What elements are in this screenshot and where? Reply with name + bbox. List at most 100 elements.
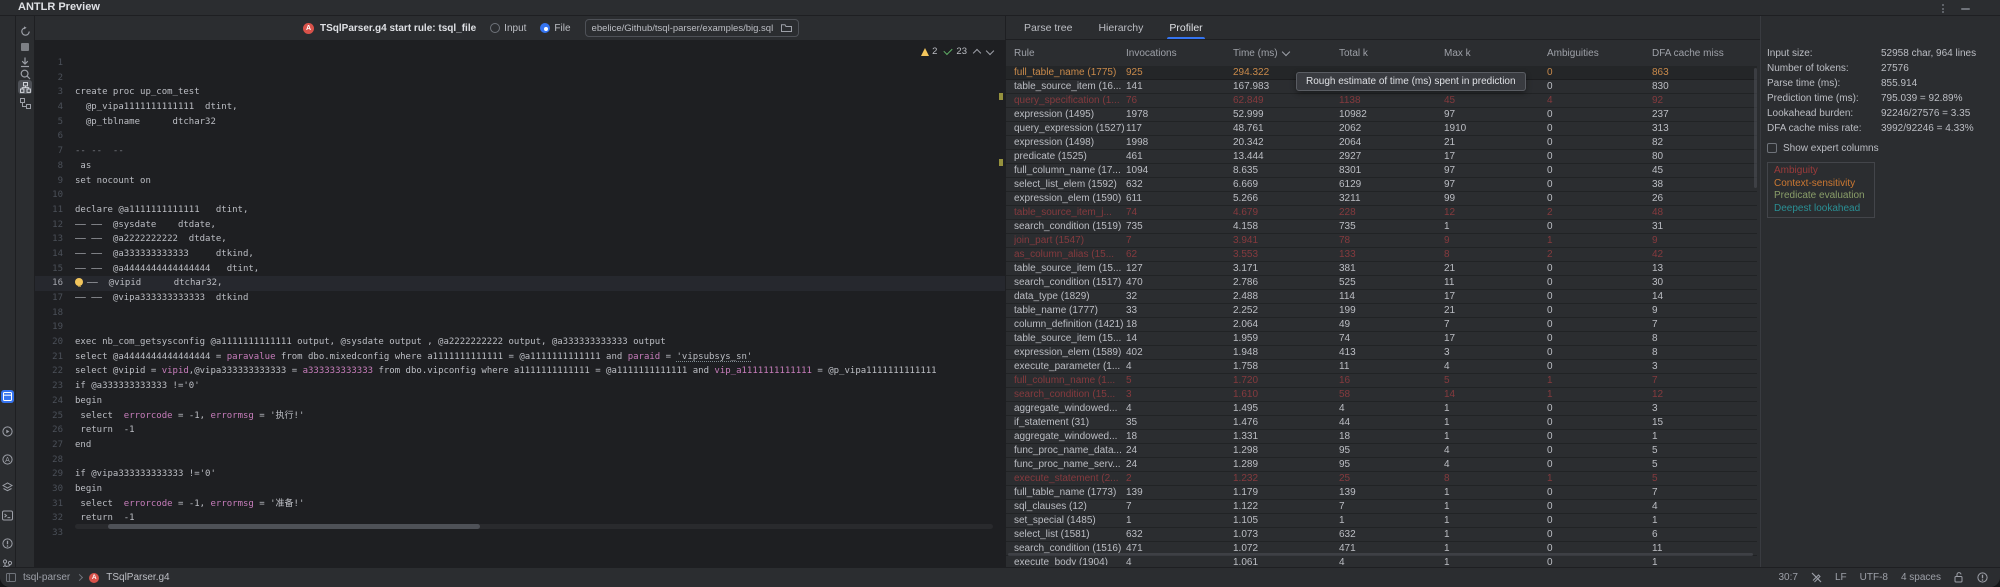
profiler-row[interactable]: column_definition (1421)182.06449707 — [1006, 318, 1757, 332]
folder-icon[interactable] — [781, 24, 792, 33]
profiler-row[interactable]: table_source_item_j...744.67922812248 — [1006, 206, 1757, 220]
show-expert-columns-row[interactable]: Show expert columns — [1767, 141, 2000, 155]
code-line[interactable]: 11declare @a1111111111111 dtint, — [35, 203, 1005, 218]
col-max-k[interactable]: Max k — [1444, 48, 1547, 59]
error-stripe-mark[interactable] — [999, 93, 1003, 100]
profiler-row[interactable]: execute_body (1904)41.0614101 — [1006, 556, 1757, 565]
code-line[interactable]: 25 select errorcode = -1, errormsg = '执行… — [35, 409, 1005, 424]
scroll-to-source-icon[interactable] — [19, 56, 31, 68]
code-line[interactable]: 16—— @vipid dtchar32, — [35, 276, 1005, 291]
profiler-row[interactable]: full_table_name (1773)1391.179139107 — [1006, 486, 1757, 500]
code-line[interactable]: 20exec nb_com_getsysconfig @a11111111111… — [35, 335, 1005, 350]
profiler-row[interactable]: expression (1498)199820.342206421082 — [1006, 136, 1757, 150]
tab-parse-tree[interactable]: Parse tree — [1024, 16, 1072, 39]
profiler-row[interactable]: predicate (1525)46113.444292717080 — [1006, 150, 1757, 164]
profiler-row[interactable]: table_source_item (15...141.959741708 — [1006, 332, 1757, 346]
code-line[interactable]: 13—— —— @a2222222222 dtdate, — [35, 232, 1005, 247]
code-line[interactable]: 14—— —— @a333333333333 dtkind, — [35, 247, 1005, 262]
code-line[interactable]: 6 — [35, 129, 1005, 144]
profiler-row[interactable]: func_proc_name_serv...241.28995405 — [1006, 458, 1757, 472]
search-icon[interactable] — [19, 68, 31, 80]
profiler-row[interactable]: as_column_alias (15...623.5531338242 — [1006, 248, 1757, 262]
problems-tool-icon[interactable] — [1, 537, 14, 550]
profiler-row[interactable]: full_column_name (1...51.72016517 — [1006, 374, 1757, 388]
profiler-row[interactable]: execute_statement (2...21.23225815 — [1006, 472, 1757, 486]
profiler-row[interactable]: full_column_name (17...10948.63583019704… — [1006, 164, 1757, 178]
col-dfa-cache-miss[interactable]: DFA cache miss — [1652, 48, 1757, 59]
code-line[interactable]: 24begin — [35, 394, 1005, 409]
col-total-k[interactable]: Total k — [1339, 48, 1444, 59]
expert-columns-label[interactable]: Show expert columns — [1783, 143, 1879, 154]
code-line[interactable]: 5 @p_tblname dtchar32 — [35, 115, 1005, 130]
next-problem-icon[interactable] — [986, 47, 994, 55]
stop-icon[interactable] — [19, 41, 31, 53]
checks-counter[interactable]: 23 — [944, 46, 967, 57]
indent-selector[interactable]: 4 spaces — [1901, 572, 1941, 583]
breadcrumb-file[interactable]: TSqlParser.g4 — [106, 572, 169, 583]
code-line[interactable]: 18 — [35, 306, 1005, 321]
code-line[interactable]: 22select @vipid = vipid,@vipa33333333333… — [35, 364, 1005, 379]
inspections-widget[interactable]: 2 23 — [921, 46, 993, 57]
profiler-mode-icon[interactable] — [18, 80, 32, 94]
input-radio-label[interactable]: Input — [504, 23, 526, 34]
antlr-tool-icon[interactable]: A — [1, 453, 14, 466]
profiler-row[interactable]: aggregate_windowed...181.33118101 — [1006, 430, 1757, 444]
code-line[interactable]: 10 — [35, 188, 1005, 203]
code-line[interactable]: 28 — [35, 453, 1005, 468]
code-line[interactable]: 9set nocount on — [35, 174, 1005, 189]
scrollbar-thumb[interactable] — [108, 524, 480, 529]
code-line[interactable]: 1 — [35, 56, 1005, 71]
table-horizontal-scrollbar[interactable] — [1008, 553, 1753, 556]
profiler-row[interactable]: search_condition (1517)4702.78652511030 — [1006, 276, 1757, 290]
breadcrumb-project[interactable]: tsql-parser — [23, 572, 70, 583]
profiler-row[interactable]: table_name (1777)332.2521992109 — [1006, 304, 1757, 318]
layers-tool-icon[interactable] — [1, 481, 14, 494]
profiler-row[interactable]: search_condition (1519)7354.1587351031 — [1006, 220, 1757, 234]
input-radio[interactable] — [490, 23, 500, 33]
code-line[interactable]: 17—— —— @vipa333333333333 dtkind — [35, 291, 1005, 306]
code-line[interactable]: 29if @vipa333333333333 !='0' — [35, 467, 1005, 482]
profiler-row[interactable]: expression_elem (1590)6115.266321199026 — [1006, 192, 1757, 206]
profiler-row[interactable]: table_source_item (15...1273.17138121013 — [1006, 262, 1757, 276]
code-line[interactable]: 2 — [35, 71, 1005, 86]
tab-hierarchy[interactable]: Hierarchy — [1098, 16, 1143, 39]
encoding-selector[interactable]: UTF-8 — [1860, 572, 1888, 583]
code-line[interactable]: 21select @a4444444444444444 = paravalue … — [35, 350, 1005, 365]
profiler-row[interactable]: expression (1495)197852.99910982970237 — [1006, 108, 1757, 122]
code-line[interactable]: 7-- -- -- — [35, 144, 1005, 159]
antlr-preview-tool-icon[interactable] — [1, 390, 14, 403]
profiler-row[interactable]: search_condition (15...31.6105814112 — [1006, 388, 1757, 402]
code-line[interactable]: 4 @p_vipa1111111111111 dtint, — [35, 100, 1005, 115]
profiler-row[interactable]: func_proc_name_data...241.29895405 — [1006, 444, 1757, 458]
profiler-row[interactable]: execute_parameter (1...41.75811403 — [1006, 360, 1757, 374]
profiler-row[interactable]: query_specification (1...7662.8491138454… — [1006, 94, 1757, 108]
profiler-row[interactable]: aggregate_windowed...41.4954103 — [1006, 402, 1757, 416]
intention-bulb-icon[interactable] — [75, 278, 83, 286]
highlighting-off-icon[interactable] — [1811, 572, 1822, 583]
profiler-row[interactable]: query_expression (1527)11748.76120621910… — [1006, 122, 1757, 136]
notifications-icon[interactable] — [1977, 572, 1988, 583]
file-path-input[interactable] — [592, 23, 776, 34]
file-path-field[interactable] — [585, 19, 799, 37]
tab-profiler[interactable]: Profiler — [1169, 16, 1202, 39]
code-line[interactable]: 8 as — [35, 159, 1005, 174]
unlocked-icon[interactable] — [1954, 572, 1964, 583]
more-options-icon[interactable] — [1942, 4, 1944, 13]
table-vertical-scrollbar[interactable] — [1754, 68, 1757, 188]
expert-columns-checkbox[interactable] — [1767, 143, 1777, 153]
profiler-row[interactable]: if_statement (31)351.476441015 — [1006, 416, 1757, 430]
profiler-row[interactable]: data_type (1829)322.48811417014 — [1006, 290, 1757, 304]
col-rule[interactable]: Rule — [1014, 48, 1126, 59]
profiler-row[interactable]: join_part (1547)73.94178919 — [1006, 234, 1757, 248]
profiler-row[interactable]: expression_elem (1589)4021.948413308 — [1006, 346, 1757, 360]
code-line[interactable]: 31 select errorcode = -1, errormsg = '准备… — [35, 497, 1005, 512]
col-ambiguities[interactable]: Ambiguities — [1547, 48, 1652, 59]
file-radio[interactable] — [540, 23, 550, 33]
code-line[interactable]: 15—— —— @a4444444444444444 dtint, — [35, 262, 1005, 277]
hide-panel-icon[interactable] — [1961, 8, 1970, 10]
col-time[interactable]: Time (ms) — [1233, 48, 1339, 59]
profiler-row[interactable]: set_special (1485)11.1051101 — [1006, 514, 1757, 528]
line-ending-selector[interactable]: LF — [1835, 572, 1847, 583]
code-line[interactable]: 23if @a333333333333 !='0' — [35, 379, 1005, 394]
error-stripe-mark[interactable] — [999, 159, 1003, 166]
